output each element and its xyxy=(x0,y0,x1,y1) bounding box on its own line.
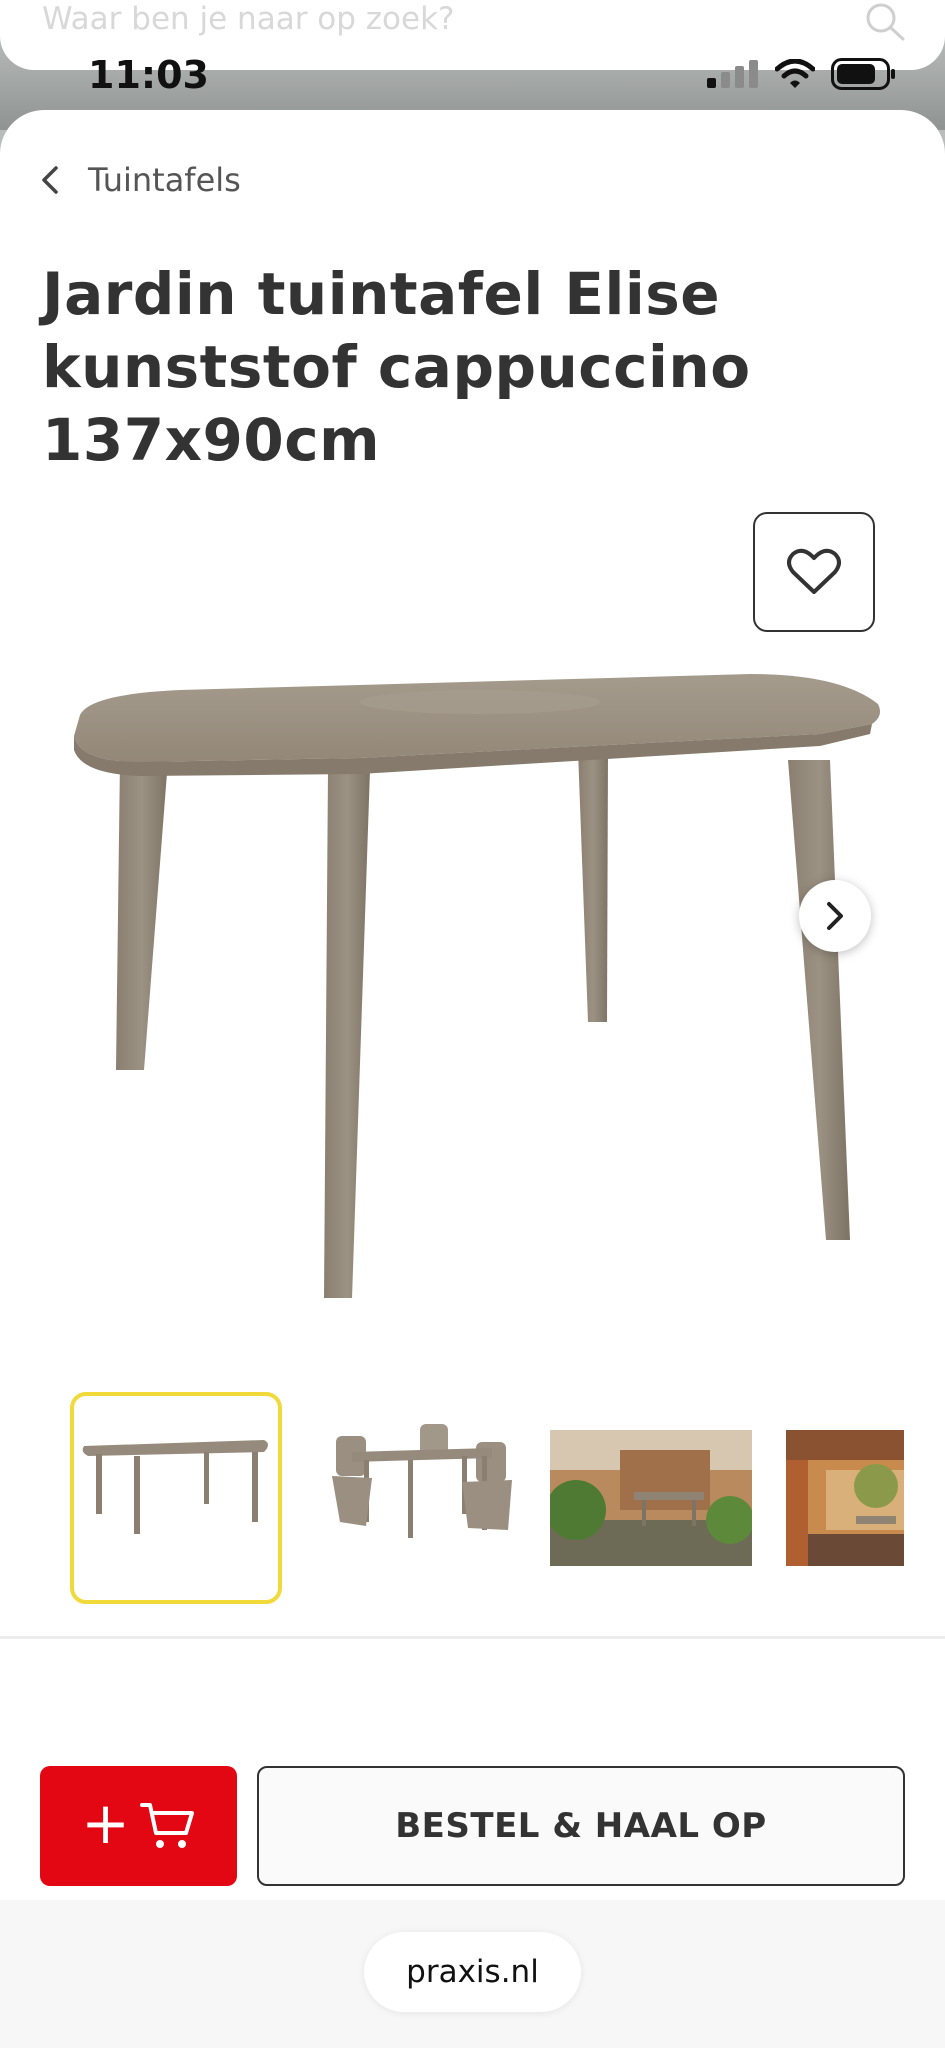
chevron-left-icon xyxy=(42,166,58,194)
order-pickup-button[interactable]: BESTEL & HAAL OP xyxy=(257,1766,905,1886)
thumbnail-1[interactable] xyxy=(70,1392,282,1604)
chevron-right-icon xyxy=(827,902,843,930)
signal-icon xyxy=(707,60,758,88)
thumbnail-4[interactable] xyxy=(786,1430,904,1566)
cart-icon xyxy=(139,1803,194,1848)
heart-icon xyxy=(787,548,841,594)
thumbnail-image xyxy=(550,1430,752,1566)
product-sheet: Tuintafels Jardin tuintafel Elise kunsts… xyxy=(0,110,945,2048)
thumbnail-3[interactable] xyxy=(550,1430,752,1566)
next-image-button[interactable] xyxy=(799,880,871,952)
wifi-icon xyxy=(775,59,815,88)
thumbnail-strip xyxy=(0,1392,945,1604)
thumbnail-image xyxy=(786,1430,904,1566)
battery-icon xyxy=(831,58,895,90)
product-title-line: 137x90cm xyxy=(42,406,381,474)
product-image xyxy=(74,674,880,1298)
status-time: 11:03 xyxy=(88,53,209,97)
thumbnail-2[interactable] xyxy=(312,1396,526,1600)
plus-icon: + xyxy=(81,1789,130,1857)
search-icon xyxy=(866,3,905,41)
product-title-line: kunststof cappuccino xyxy=(42,333,751,401)
thumbnail-image xyxy=(332,1424,512,1538)
browser-url[interactable]: praxis.nl xyxy=(364,1932,581,2012)
product-title-line: Jardin tuintafel Elise xyxy=(42,260,721,328)
breadcrumb-label: Tuintafels xyxy=(88,161,241,199)
bottom-bar-divider xyxy=(0,1636,945,1639)
favorite-button[interactable] xyxy=(753,512,875,632)
thumbnail-image xyxy=(82,1440,269,1534)
product-title: Jardin tuintafel Elise kunststof cappucc… xyxy=(42,258,882,477)
add-to-cart-button[interactable]: + xyxy=(40,1766,237,1886)
background-search-placeholder: Waar ben je naar op zoek? xyxy=(42,1,455,37)
breadcrumb[interactable]: Tuintafels xyxy=(40,152,241,208)
status-icons xyxy=(707,56,897,92)
